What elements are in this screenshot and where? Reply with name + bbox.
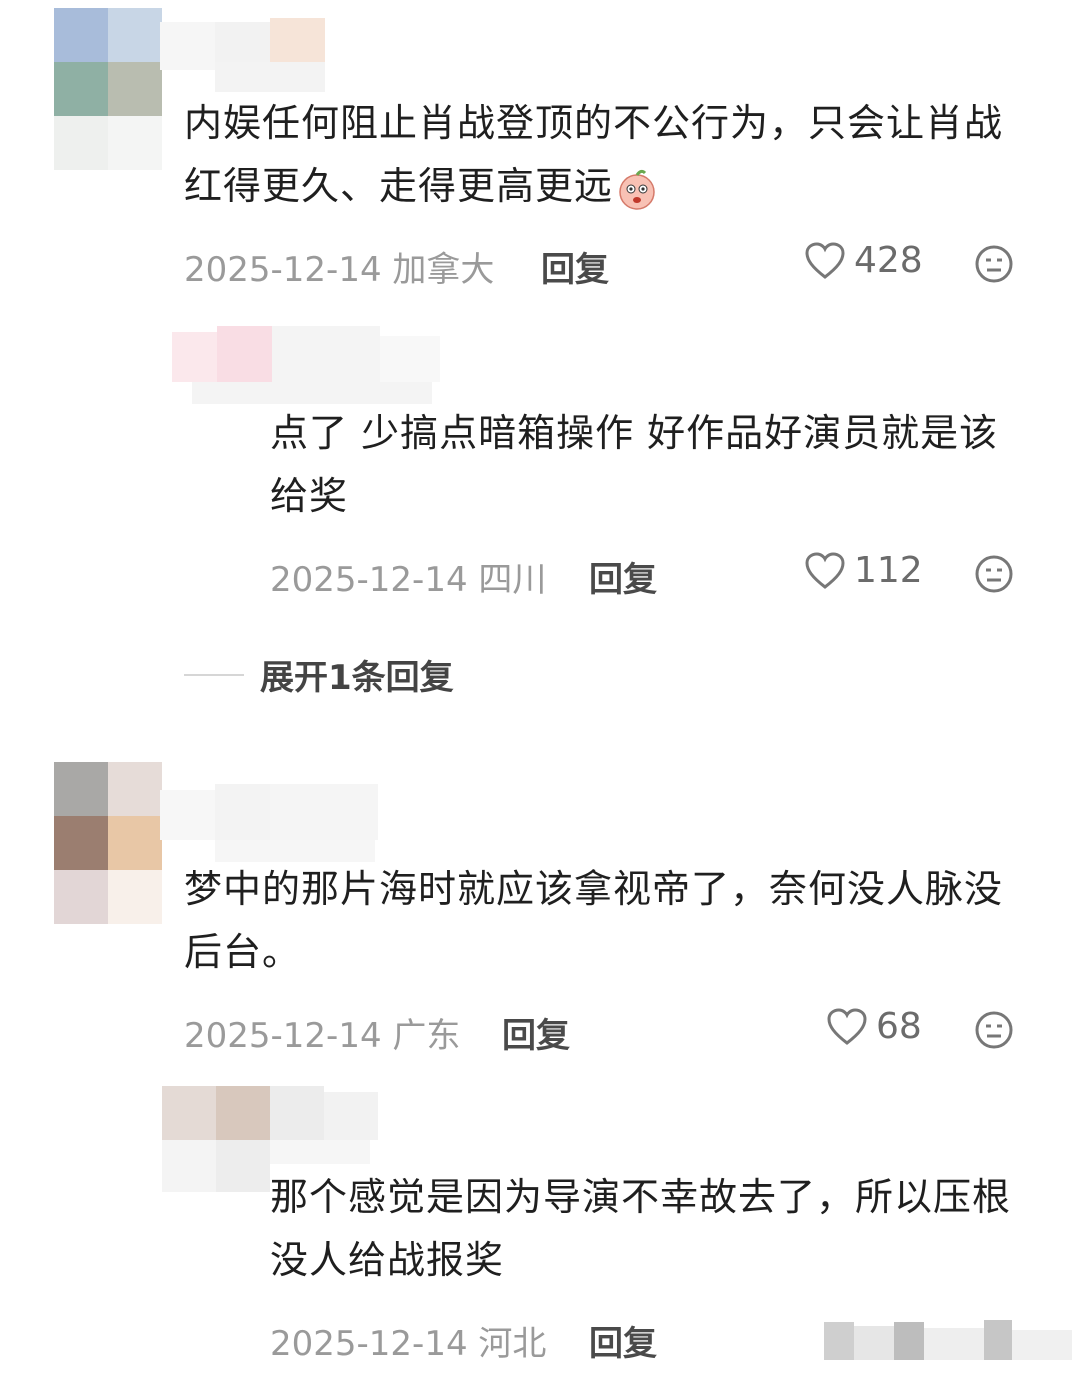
reply-button[interactable]: 回复	[502, 1008, 570, 1057]
avatar[interactable]	[54, 762, 162, 924]
reply-text: 那个感觉是因为导演不幸故去了，所以压根没人给战报奖	[270, 1175, 1012, 1282]
pixelated-watermark	[824, 1318, 1074, 1364]
like-button[interactable]: 428	[804, 240, 923, 281]
comment-date: 2025-12-14	[184, 250, 382, 290]
reply-location: 河北	[478, 1324, 547, 1364]
reply-avatar-username-blurred[interactable]	[172, 326, 462, 406]
expand-replies-label: 展开1条回复	[260, 658, 454, 698]
reply-date: 2025-12-14	[270, 1324, 468, 1364]
like-button[interactable]: 112	[804, 550, 923, 591]
heart-icon	[805, 551, 845, 589]
heart-icon	[827, 1007, 867, 1045]
divider-line	[184, 673, 244, 676]
comment-meta: 2025-12-14 广东	[184, 1008, 460, 1057]
like-count: 68	[876, 1006, 922, 1047]
reply-location: 四川	[478, 560, 547, 600]
reply-button[interactable]: 回复	[589, 1316, 657, 1365]
dislike-face-icon[interactable]	[974, 1010, 1014, 1050]
like-count: 428	[854, 240, 923, 281]
heart-icon	[805, 241, 845, 279]
comment-meta: 2025-12-14 加拿大	[184, 242, 494, 291]
reply-text: 点了 少搞点暗箱操作 好作品好演员就是该给奖	[270, 411, 999, 518]
avatar[interactable]	[54, 8, 162, 170]
username-blurred[interactable]	[160, 770, 390, 870]
reply-meta: 2025-12-14 河北	[270, 1316, 546, 1365]
reply-button[interactable]: 回复	[541, 242, 609, 291]
username-blurred[interactable]	[160, 14, 360, 94]
comment-location: 加拿大	[392, 250, 495, 290]
reply-button[interactable]: 回复	[589, 552, 657, 601]
comment-text: 梦中的那片海时就应该拿视帝了，奈何没人脉没后台。	[184, 867, 1004, 974]
comment-text: 内娱任何阻止肖战登顶的不公行为，只会让肖战红得更久、走得更高更远	[184, 92, 1030, 218]
comment-location: 广东	[392, 1016, 461, 1056]
comment-date: 2025-12-14	[184, 1016, 382, 1056]
expand-replies-button[interactable]: 展开1条回复	[184, 650, 454, 699]
reply-date: 2025-12-14	[270, 560, 468, 600]
like-button[interactable]: 68	[826, 1006, 922, 1047]
dislike-face-icon[interactable]	[974, 244, 1014, 284]
dislike-face-icon[interactable]	[974, 554, 1014, 594]
like-count: 112	[854, 550, 923, 591]
reply-meta: 2025-12-14 四川	[270, 552, 546, 601]
peach-face-emoji-icon	[619, 169, 655, 210]
